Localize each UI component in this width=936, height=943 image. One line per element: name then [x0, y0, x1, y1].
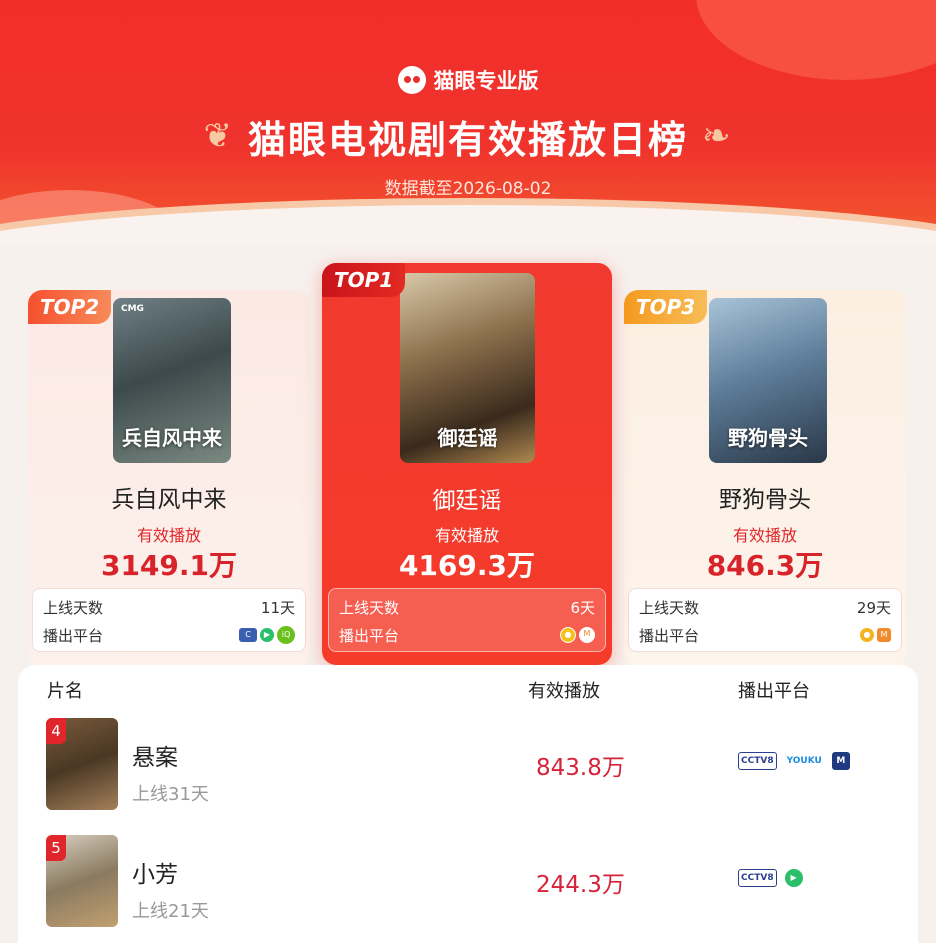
top-card-1[interactable]: 御廷谣 TOP1 御廷谣 有效播放 4169.3万 上线天数 6天 播出平台 ●…	[322, 263, 612, 665]
drama-name: 悬案	[132, 745, 178, 771]
data-date: 数据截至2026-08-02	[384, 179, 552, 199]
platform-row: 播出平台 ● M	[339, 621, 595, 649]
play-label: 有效播放	[434, 526, 499, 545]
days-row: 上线天数 29天	[639, 593, 891, 621]
platform-label: 播出平台	[339, 626, 400, 645]
days-row: 上线天数 11天	[43, 593, 295, 621]
platform-icons: CCTV8 YOUKU M	[738, 752, 850, 770]
rank-number: 4	[46, 718, 66, 744]
platform-label: 播出平台	[43, 626, 104, 645]
tencent-video-icon: ▶	[260, 628, 274, 642]
list-header: 片名 有效播放 播出平台	[18, 677, 918, 707]
rank-tag: TOP1	[322, 263, 406, 297]
info-box: 上线天数 11天 播出平台 C ▶ iQ	[32, 588, 306, 652]
list-item[interactable]: 5 小芳 上线21天 244.3万 CCTV8 ▶	[18, 835, 918, 931]
info-box: 上线天数 6天 播出平台 ● M	[328, 588, 606, 652]
poster-image: 御廷谣	[400, 273, 535, 463]
mango-tv-icon: ●	[860, 628, 874, 642]
poster-title-art: 御廷谣	[437, 426, 498, 450]
page-title: 猫眼电视剧有效播放日榜	[247, 117, 688, 162]
cctv8-icon: CCTV8	[738, 869, 777, 887]
platform-icons: CCTV8 ▶	[738, 869, 803, 887]
rank-tag: TOP3	[624, 290, 708, 324]
days-label: 上线天数	[339, 598, 400, 617]
laurel-right-icon: ❧	[702, 116, 733, 156]
play-value: 4169.3万	[398, 549, 536, 582]
mgtv-icon: M	[579, 627, 595, 643]
play-value: 3149.1万	[100, 549, 238, 582]
platform-row: 播出平台 ● M	[639, 621, 891, 649]
rank-tag: TOP2	[28, 290, 112, 324]
brand: 猫眼专业版	[0, 64, 936, 96]
poster-title-art: 兵自风中来	[122, 426, 222, 450]
cctv-icon: C	[239, 628, 257, 642]
header-name: 片名	[47, 681, 83, 702]
laurel-left-icon: ❦	[203, 116, 234, 156]
play-value: 846.3万	[706, 549, 824, 582]
days-online: 上线21天	[132, 901, 209, 922]
poster-image: 野狗骨头	[709, 298, 827, 463]
days-online: 上线31天	[132, 784, 209, 805]
header-play: 有效播放	[528, 681, 600, 702]
drama-name: 兵自风中来	[111, 487, 227, 513]
poster-badge: CMG	[121, 304, 144, 314]
play-label: 有效播放	[136, 526, 201, 545]
header-platform: 播出平台	[738, 681, 810, 702]
poster-title-art: 野狗骨头	[728, 426, 808, 450]
platform-icons: C ▶ iQ	[239, 626, 295, 644]
days-value: 6天	[570, 598, 595, 617]
youku-icon: YOUKU	[786, 756, 822, 766]
top-card-2[interactable]: CMG 兵自风中来 TOP2 兵自风中来 有效播放 3149.1万 上线天数 1…	[28, 290, 310, 668]
play-value: 244.3万	[536, 872, 625, 898]
platform-icons: ● M	[860, 628, 891, 642]
migu-icon: M	[831, 752, 850, 770]
tencent-video-icon: ▶	[784, 869, 803, 887]
drama-name: 野狗骨头	[719, 487, 811, 513]
days-value: 29天	[856, 598, 891, 617]
top-card-3[interactable]: 野狗骨头 TOP3 野狗骨头 有效播放 846.3万 上线天数 29天 播出平台…	[624, 290, 906, 668]
platform-row: 播出平台 C ▶ iQ	[43, 621, 295, 649]
poster-thumbnail: 4	[46, 718, 118, 810]
days-label: 上线天数	[639, 598, 700, 617]
iqiyi-icon: iQ	[277, 626, 295, 644]
brand-name: 猫眼专业版	[433, 69, 539, 93]
drama-name: 小芳	[132, 862, 178, 888]
info-box: 上线天数 29天 播出平台 ● M	[628, 588, 902, 652]
poster-thumbnail: 5	[46, 835, 118, 927]
mgtv-icon: M	[877, 628, 891, 642]
play-value: 843.8万	[536, 755, 625, 781]
poster-image: CMG 兵自风中来	[113, 298, 231, 463]
platform-icons: ● M	[560, 627, 595, 643]
play-label: 有效播放	[732, 526, 797, 545]
maoyan-logo-icon	[397, 66, 426, 94]
days-row: 上线天数 6天	[339, 593, 595, 621]
days-label: 上线天数	[43, 598, 104, 617]
mango-tv-icon: ●	[560, 627, 576, 643]
rank-number: 5	[46, 835, 66, 861]
drama-name: 御廷谣	[432, 488, 502, 514]
days-value: 11天	[260, 598, 295, 617]
cctv8-icon: CCTV8	[738, 752, 777, 770]
page-header: 猫眼专业版 ❦ 猫眼电视剧有效播放日榜 ❧ 数据截至2026-08-02	[0, 0, 936, 245]
page-title-row: ❦ 猫眼电视剧有效播放日榜 ❧	[0, 108, 936, 164]
platform-label: 播出平台	[639, 626, 700, 645]
ranking-list: 片名 有效播放 播出平台 4 悬案 上线31天 843.8万 CCTV8 YOU…	[18, 665, 918, 943]
list-item[interactable]: 4 悬案 上线31天 843.8万 CCTV8 YOUKU M	[18, 718, 918, 814]
